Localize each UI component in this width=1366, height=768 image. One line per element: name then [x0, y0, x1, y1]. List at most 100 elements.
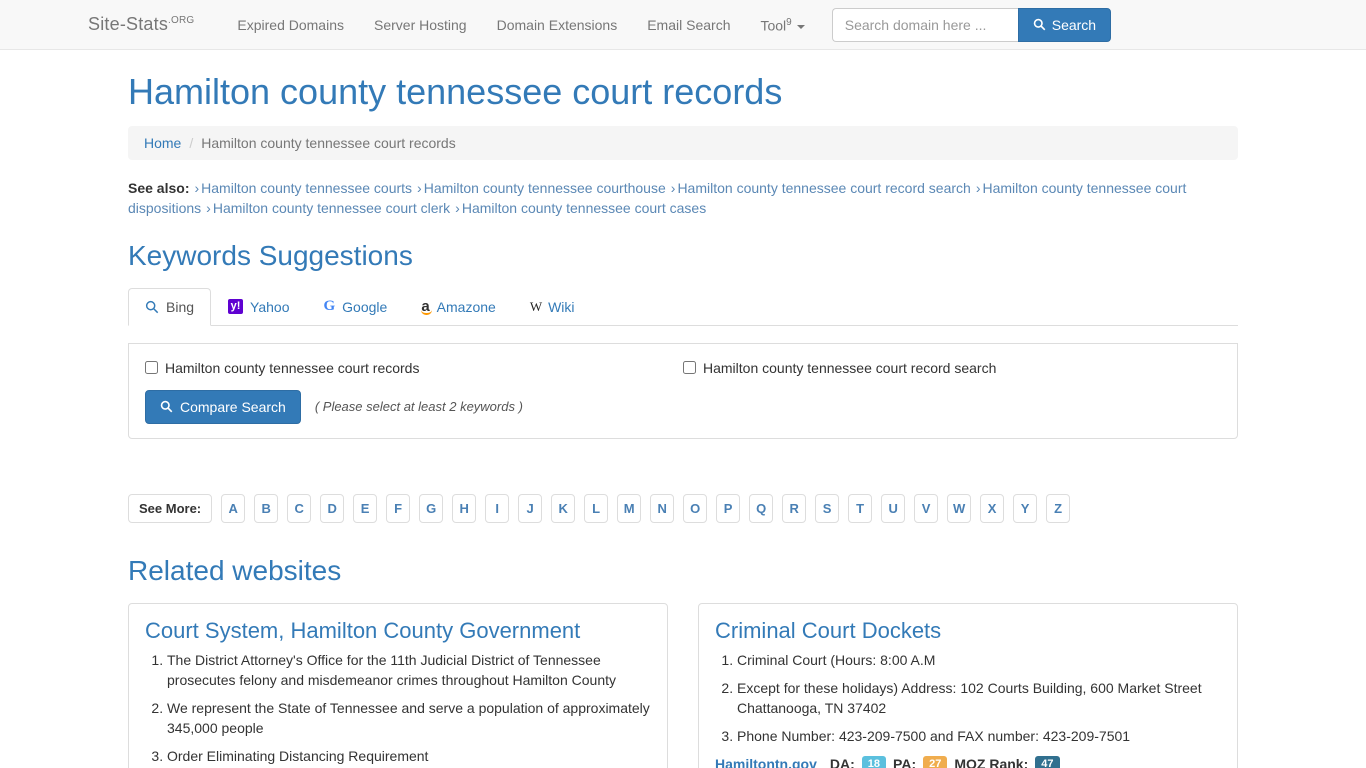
list-item: Except for these holidays) Address: 102 … [737, 678, 1221, 718]
page-title: Hamilton county tennessee court records [128, 71, 783, 112]
brand-text: Site-Stats [88, 14, 169, 34]
nav-domain-extensions[interactable]: Domain Extensions [482, 0, 633, 50]
chevron-icon: › [206, 199, 211, 216]
see-also-block: See also: › Hamilton county tennessee cour… [128, 178, 1238, 218]
compare-keywords-panel: Hamilton county tennessee court records … [128, 342, 1238, 439]
search-button-label: Search [1051, 16, 1097, 33]
letter-p[interactable]: P [716, 493, 741, 523]
chevron-icon: › [455, 199, 460, 216]
tab-yahoo-label: Yahoo [250, 298, 290, 315]
see-more-alphabet: See More: A B C D E F G H I J K L M N O … [128, 493, 1238, 523]
nav-expired-domains[interactable]: Expired Domains [222, 0, 359, 50]
letter-q[interactable]: Q [749, 493, 774, 523]
letter-m[interactable]: M [617, 493, 642, 523]
breadcrumb-home[interactable]: Home [144, 135, 181, 151]
keyword-row[interactable]: Hamilton county tennessee court record s… [683, 360, 1221, 376]
list-item: Order Eliminating Distancing Requirement [167, 746, 651, 766]
card-list: The District Attorney's Office for the 1… [145, 650, 651, 766]
pa-badge: 27 [923, 755, 948, 768]
letter-g[interactable]: G [419, 493, 444, 523]
tab-amazon-label: Amazone [436, 298, 496, 315]
keyword-row[interactable]: Hamilton county tennessee court records [145, 360, 683, 376]
breadcrumb-current: Hamilton county tennessee court records [201, 134, 456, 151]
search-input[interactable] [831, 7, 1018, 42]
domain-link[interactable]: Hamiltontn.gov [715, 756, 817, 768]
tab-google[interactable]: G Google [306, 288, 404, 326]
wikipedia-icon: W [529, 299, 542, 315]
letter-j[interactable]: J [518, 493, 543, 523]
keyword-label-1: Hamilton county tennessee court record s… [703, 359, 997, 376]
letter-i[interactable]: I [485, 493, 510, 523]
search-button[interactable]: Search [1017, 7, 1112, 42]
letter-v[interactable]: V [914, 493, 939, 523]
letter-x[interactable]: X [980, 493, 1005, 523]
letter-o[interactable]: O [683, 493, 708, 523]
nav-tool-count: 9 [786, 17, 792, 29]
card-heading[interactable]: Criminal Court Dockets [715, 618, 1221, 644]
letter-z[interactable]: Z [1046, 493, 1071, 523]
see-also-label: See also: [128, 179, 190, 196]
letter-e[interactable]: E [353, 493, 378, 523]
brand-suffix: .ORG [168, 15, 195, 26]
nav-server-hosting[interactable]: Server Hosting [359, 0, 482, 50]
letter-h[interactable]: H [452, 493, 477, 523]
letter-b[interactable]: B [254, 493, 279, 523]
see-also-link-0[interactable]: Hamilton county tennessee courts [201, 180, 412, 196]
related-card: Court System, Hamilton County Government… [128, 602, 668, 768]
see-also-link-1[interactable]: Hamilton county tennessee courthouse [424, 180, 666, 196]
google-icon: G [323, 298, 336, 315]
keyword-checkbox-0[interactable] [145, 361, 158, 375]
chevron-icon: › [194, 179, 200, 196]
site-logo[interactable]: Site-Stats.ORG [88, 14, 194, 35]
card-heading[interactable]: Court System, Hamilton County Government [145, 618, 651, 644]
tab-google-label: Google [342, 298, 388, 315]
letter-d[interactable]: D [320, 493, 345, 523]
keyword-checkbox-1[interactable] [683, 361, 696, 375]
card-heading-text: Court System, Hamilton County Government [145, 617, 581, 643]
pa-label: PA: [893, 755, 917, 768]
chevron-icon: › [975, 179, 981, 196]
letter-k[interactable]: K [551, 493, 576, 523]
da-label: DA: [829, 755, 855, 768]
compare-search-button[interactable]: Compare Search [145, 389, 301, 424]
top-navbar: Site-Stats.ORG Expired Domains Server Ho… [0, 0, 1366, 50]
da-badge: 18 [861, 755, 887, 768]
amazon-icon: a [421, 298, 433, 316]
tab-wiki[interactable]: W Wiki [513, 288, 592, 326]
compare-search-label: Compare Search [180, 398, 286, 415]
letter-u[interactable]: U [881, 493, 906, 523]
tab-bing-label: Bing [166, 298, 195, 315]
nav-links: Expired Domains Server Hosting Domain Ex… [222, 0, 819, 51]
letter-w[interactable]: W [947, 493, 972, 523]
letter-r[interactable]: R [782, 493, 807, 523]
nav-email-search[interactable]: Email Search [632, 0, 745, 50]
keyword-checkbox-grid: Hamilton county tennessee court records … [145, 360, 1221, 376]
letter-t[interactable]: T [848, 493, 873, 523]
letter-a[interactable]: A [221, 493, 246, 523]
domain-metrics: Hamiltontn.gov DA: 18 PA: 27 MOZ Rank: 4… [715, 755, 1221, 768]
see-also-link-4[interactable]: Hamilton county tennessee court clerk [213, 200, 450, 216]
yahoo-icon: y! [228, 299, 244, 315]
nav-tool-dropdown[interactable]: Tool9 [745, 0, 819, 51]
tab-amazon[interactable]: a Amazone [404, 288, 513, 326]
see-also-link-2[interactable]: Hamilton county tennessee court record s… [677, 180, 970, 196]
main-container: Hamilton county tennessee court records … [113, 72, 1253, 768]
letter-y[interactable]: Y [1013, 493, 1038, 523]
see-also-link-5[interactable]: Hamilton county tennessee court cases [462, 200, 706, 216]
tab-yahoo[interactable]: y! Yahoo [211, 288, 306, 326]
see-more-label: See More: [128, 493, 213, 523]
domain-search-form: Search [831, 7, 1112, 42]
letter-f[interactable]: F [386, 493, 411, 523]
list-item: Criminal Court (Hours: 8:00 A.M [737, 650, 1221, 670]
compare-hint: ( Please select at least 2 keywords ) [314, 399, 523, 415]
letter-n[interactable]: N [650, 493, 675, 523]
tab-bing[interactable]: Bing [128, 287, 212, 326]
letter-l[interactable]: L [584, 493, 609, 523]
breadcrumb-separator: / [189, 134, 194, 151]
chevron-icon: › [670, 179, 676, 196]
letter-c[interactable]: C [287, 493, 312, 523]
letter-s[interactable]: S [815, 493, 840, 523]
search-icon [1033, 18, 1046, 31]
search-icon [145, 300, 159, 314]
list-item: We represent the State of Tennessee and … [167, 698, 651, 738]
